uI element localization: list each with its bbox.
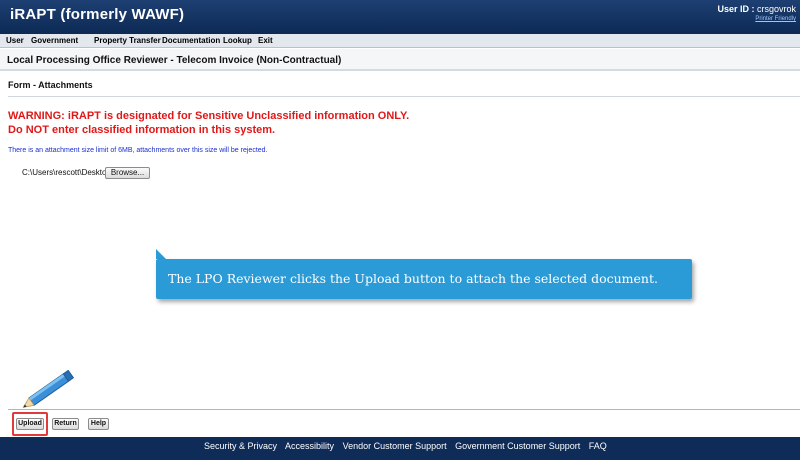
menu-property-transfer[interactable]: Property Transfer	[94, 36, 161, 45]
screen: iRAPT (formerly WAWF) User ID : crsgovro…	[0, 0, 800, 460]
footer-link-accessibility[interactable]: Accessibility	[285, 441, 334, 451]
browse-button[interactable]: Browse...	[105, 167, 150, 179]
attachment-size-note: There is an attachment size limit of 6MB…	[8, 147, 268, 154]
pencil-icon	[22, 370, 75, 408]
menu-user[interactable]: User	[6, 36, 24, 45]
menu-bar: User Government Property Transfer Docume…	[0, 34, 800, 48]
user-id-label: User ID :	[717, 4, 755, 14]
footer-link-government-support[interactable]: Government Customer Support	[455, 441, 580, 451]
divider-bottom	[8, 409, 800, 410]
callout-notch	[156, 249, 166, 259]
page-title: Local Processing Office Reviewer - Telec…	[7, 55, 342, 66]
file-path-value: C:\Users\rescott\Desktop	[22, 168, 111, 177]
footer-links: Security & Privacy Accessibility Vendor …	[204, 441, 613, 451]
instruction-callout: The LPO Reviewer clicks the Upload butto…	[156, 259, 692, 299]
app-header: iRAPT (formerly WAWF) User ID : crsgovro…	[0, 0, 800, 34]
menu-government[interactable]: Government	[31, 36, 78, 45]
help-button[interactable]: Help	[88, 418, 109, 430]
return-button[interactable]: Return	[52, 418, 79, 430]
menu-documentation[interactable]: Documentation	[162, 36, 220, 45]
user-id-value: crsgovrok	[756, 4, 796, 14]
footer-link-vendor-support[interactable]: Vendor Customer Support	[343, 441, 447, 451]
section-title: Form - Attachments	[8, 80, 93, 90]
footer-link-security[interactable]: Security & Privacy	[204, 441, 277, 451]
warning-line-1: WARNING: iRAPT is designated for Sensiti…	[8, 110, 410, 122]
printer-friendly-link[interactable]: Printer Friendly	[717, 16, 796, 22]
menu-lookup[interactable]: Lookup	[223, 36, 252, 45]
app-title: iRAPT (formerly WAWF)	[10, 6, 185, 23]
menu-exit[interactable]: Exit	[258, 36, 273, 45]
page-title-bar: Local Processing Office Reviewer - Telec…	[0, 49, 800, 71]
footer: Security & Privacy Accessibility Vendor …	[0, 437, 800, 460]
warning-line-2: Do NOT enter classified information in t…	[8, 124, 276, 136]
upload-button[interactable]: Upload	[16, 418, 44, 430]
footer-link-faq[interactable]: FAQ	[589, 441, 607, 451]
divider	[8, 96, 800, 97]
user-id: User ID : crsgovrok	[717, 4, 796, 14]
user-block: User ID : crsgovrok Printer Friendly	[717, 4, 796, 22]
